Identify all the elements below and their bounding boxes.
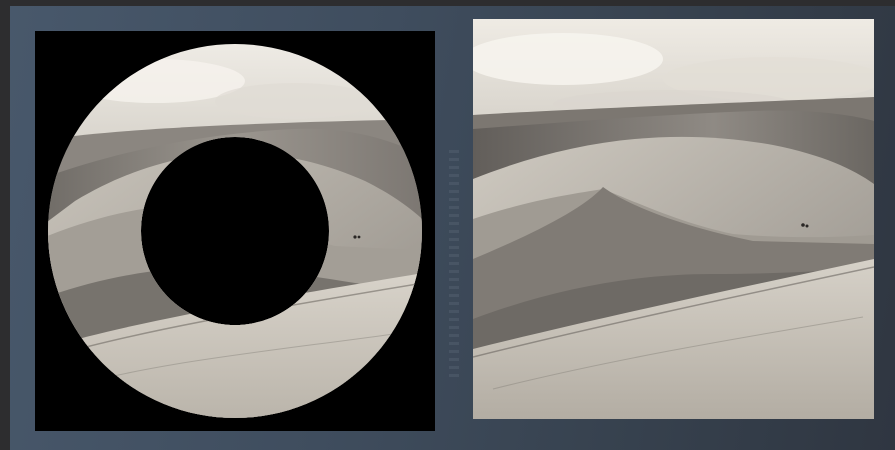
ring-masked-image-panel	[35, 31, 435, 431]
ring-masked-image	[35, 31, 435, 431]
original-image	[473, 19, 874, 419]
panel-divider	[449, 150, 459, 380]
original-image-panel	[473, 19, 874, 419]
